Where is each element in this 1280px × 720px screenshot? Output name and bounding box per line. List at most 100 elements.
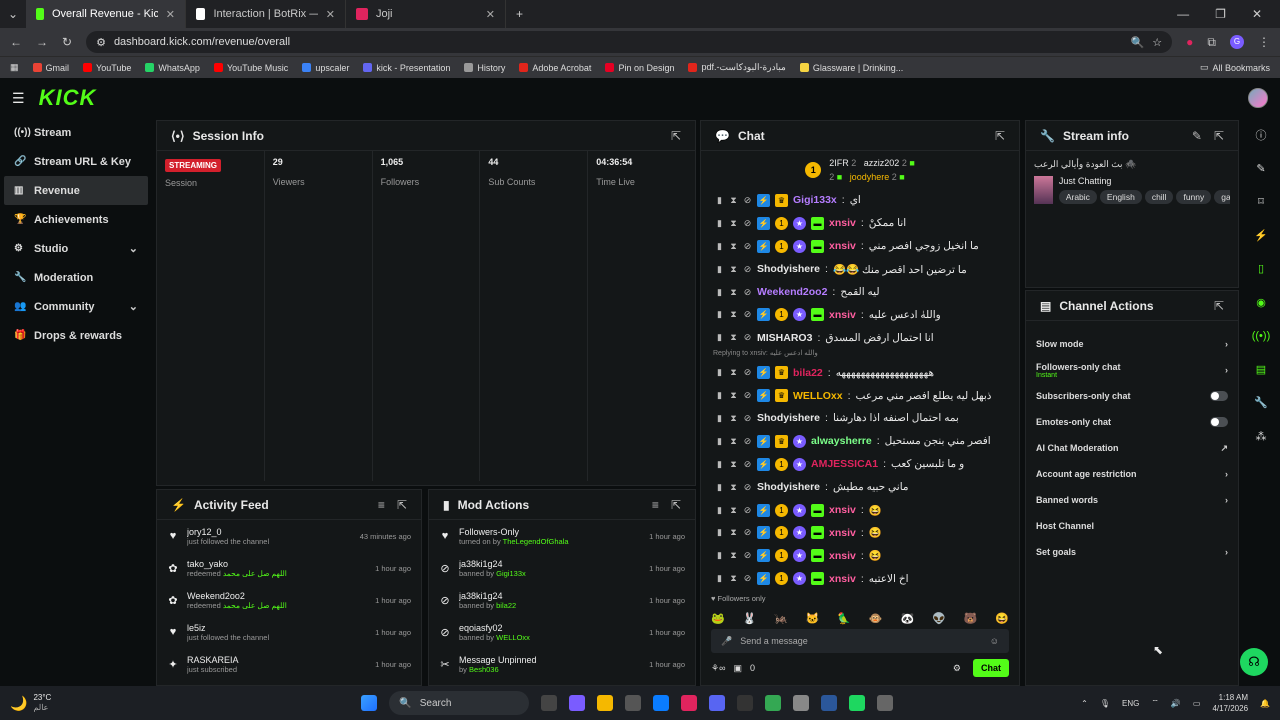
pin-icon[interactable]: ▮	[715, 309, 724, 320]
pin-icon[interactable]: ▮	[715, 550, 724, 561]
all-bookmarks[interactable]: ▭ All Bookmarks	[1200, 62, 1270, 73]
chat-settings-icon[interactable]: ⚙	[953, 663, 961, 674]
pin-icon[interactable]: ▮	[715, 413, 724, 424]
ban-icon[interactable]: ⊘	[743, 573, 752, 584]
chat-message[interactable]: ▮ ⧗ ⊘ ⚡ 1 ★ AMJESSICA1: و ما تلبسين كعب	[701, 453, 1019, 476]
discord-icon[interactable]	[709, 695, 726, 711]
kick-logo[interactable]: KICK	[39, 85, 97, 111]
feed-row[interactable]: ♥ jory12_0 just followed the channel 43 …	[157, 520, 421, 552]
chat-username[interactable]: xnsiv	[829, 240, 856, 252]
chat-username[interactable]: Weekend2oo2	[757, 286, 827, 298]
timeout-icon[interactable]: ⧗	[729, 527, 738, 538]
chevron-right-icon[interactable]: ›	[1225, 495, 1228, 505]
chat-message[interactable]: ▮ ⧗ ⊘ Shodyishere: ما ترضين احد اقصر منك 😂😂	[701, 258, 1019, 281]
chat-username[interactable]: xnsiv	[829, 309, 856, 321]
store-icon[interactable]	[625, 695, 642, 711]
bookmark-item[interactable]: kick - Presentation	[363, 62, 450, 73]
ban-icon[interactable]: ⊘	[743, 218, 752, 229]
chat-username[interactable]: xnsiv	[829, 504, 856, 516]
close-tab-icon[interactable]: ✕	[486, 8, 495, 21]
browser-tab[interactable]: Overall Revenue - Kick Dashboa ✕	[26, 0, 186, 28]
list-icon[interactable]: ▤	[1242, 353, 1280, 387]
feed-row[interactable]: ✂ Message Unpinned by Besh036 1 hour ago	[429, 648, 695, 680]
chat-send-button[interactable]: Chat	[973, 659, 1009, 677]
channel-action-slow-mode[interactable]: Slow mode ›	[1026, 331, 1238, 357]
battery-icon[interactable]: ▭	[1193, 699, 1201, 708]
epic-icon[interactable]	[737, 695, 754, 711]
ban-icon[interactable]: ⊘	[743, 436, 752, 447]
chat-username[interactable]: AMJESSICA1	[811, 458, 878, 470]
bookmark-item[interactable]: Gmail	[32, 62, 69, 73]
apps-grid-icon[interactable]: ▦	[10, 62, 19, 73]
notification-icon[interactable]: 🔔	[1260, 699, 1270, 708]
pin-icon[interactable]: ▮	[715, 482, 724, 493]
popout-icon[interactable]: ⇱	[671, 498, 681, 512]
edge-icon[interactable]	[653, 695, 670, 711]
ban-icon[interactable]: ⊘	[743, 413, 752, 424]
stream-tag[interactable]: chill	[1144, 190, 1174, 204]
emote[interactable]: 🐵	[869, 612, 883, 625]
lightning-icon[interactable]: ⚡	[1242, 219, 1280, 253]
pin-icon[interactable]: ▮	[715, 287, 724, 298]
channel-action-ai-chat-moderation[interactable]: AI Chat Moderation ↗	[1026, 435, 1238, 461]
timeout-icon[interactable]: ⧗	[729, 218, 738, 229]
extension-icon[interactable]: ●	[1186, 35, 1193, 49]
wrench-icon[interactable]: 🔧	[1242, 386, 1280, 420]
chat-username[interactable]: Shodyishere	[757, 263, 820, 275]
file-explorer-icon[interactable]	[597, 695, 614, 711]
chat-username[interactable]: xnsiv	[829, 527, 856, 539]
app-icon[interactable]	[681, 695, 698, 711]
pin-icon[interactable]: ▮	[715, 390, 724, 401]
popout-icon[interactable]: ⇱	[1214, 129, 1224, 143]
minimize-icon[interactable]: —	[1177, 7, 1189, 21]
chat-message[interactable]: ▮ ⧗ ⊘ ⚡ ♛ ★ alwaysherre: افصر مني بنجن مستحيل	[701, 430, 1019, 453]
ban-icon[interactable]: ⊘	[743, 309, 752, 320]
language-indicator[interactable]: ENG	[1122, 699, 1139, 708]
emote[interactable]: 🐼	[900, 612, 914, 625]
chat-username[interactable]: Shodyishere	[757, 481, 820, 493]
channel-action-followers-only-chat[interactable]: Followers-only chat Instant ›	[1026, 357, 1238, 383]
chat-input[interactable]: 🎤 Send a message ☺	[711, 629, 1009, 653]
bookmark-item[interactable]: YouTube Music	[213, 62, 288, 73]
feed-row[interactable]: ♥ le5iz just followed the channel 1 hour…	[157, 616, 421, 648]
emote[interactable]: 🐰	[743, 612, 757, 625]
channel-action-emotes-only-chat[interactable]: Emotes-only chat	[1026, 409, 1238, 435]
timeout-icon[interactable]: ⧗	[729, 550, 738, 561]
chevron-down-icon[interactable]: ⌄	[129, 300, 138, 313]
timeout-icon[interactable]: ⧗	[729, 436, 738, 447]
weather-widget[interactable]: 🌙 23°C عالم	[10, 693, 51, 713]
channel-action-set-goals[interactable]: Set goals ›	[1026, 539, 1238, 565]
popout-icon[interactable]: ⇱	[671, 129, 681, 143]
popout-icon[interactable]: ⇱	[1214, 299, 1224, 313]
stream-tag[interactable]: Arabic	[1058, 190, 1097, 204]
volume-icon[interactable]: 🔊	[1171, 699, 1181, 708]
pin-icon[interactable]: ▮	[715, 436, 724, 447]
timeout-icon[interactable]: ⧗	[729, 505, 738, 516]
clip-icon[interactable]: ⌑	[1242, 185, 1280, 219]
close-window-icon[interactable]: ✕	[1252, 7, 1262, 21]
chat-message[interactable]: ▮ ⧗ ⊘ ⚡ 1 ★ ▬ xnsiv: 😆	[701, 544, 1019, 567]
chat-message[interactable]: ▮ ⧗ ⊘ ⚡ 1 ★ ▬ xnsiv: اخ الاعتبه	[701, 567, 1019, 590]
timeout-icon[interactable]: ⧗	[729, 287, 738, 298]
toggle-switch[interactable]	[1210, 417, 1228, 427]
chat-username[interactable]: MISHARO3	[757, 332, 812, 344]
sidebar-item-moderation[interactable]: 🔧 Moderation	[0, 263, 152, 292]
bookmark-item[interactable]: YouTube	[83, 62, 131, 73]
chevron-right-icon[interactable]: ›	[1225, 365, 1228, 375]
emoji-icon[interactable]: ☺	[990, 636, 999, 646]
chat-username[interactable]: Shodyishere	[757, 412, 820, 424]
chevron-right-icon[interactable]: ›	[1225, 469, 1228, 479]
nodes-icon[interactable]: ⁂	[1242, 420, 1280, 454]
feed-row[interactable]: ✦ RASKAREIA just subscribed 1 hour ago	[157, 648, 421, 680]
ban-icon[interactable]: ⊘	[743, 241, 752, 252]
stream-tag[interactable]: English	[1099, 190, 1142, 204]
back-icon[interactable]: ←	[10, 35, 22, 49]
ban-icon[interactable]: ⊘	[743, 264, 752, 275]
channel-action-host-channel[interactable]: Host Channel	[1026, 513, 1238, 539]
pin-icon[interactable]: ▮	[715, 505, 724, 516]
mic-tray-icon[interactable]: 🎙	[1100, 699, 1110, 708]
emote[interactable]: 👽	[932, 612, 946, 625]
filter-icon[interactable]: ≡	[652, 498, 659, 512]
pin-icon[interactable]: ▮	[715, 195, 724, 206]
pin-icon[interactable]: ▮	[715, 573, 724, 584]
